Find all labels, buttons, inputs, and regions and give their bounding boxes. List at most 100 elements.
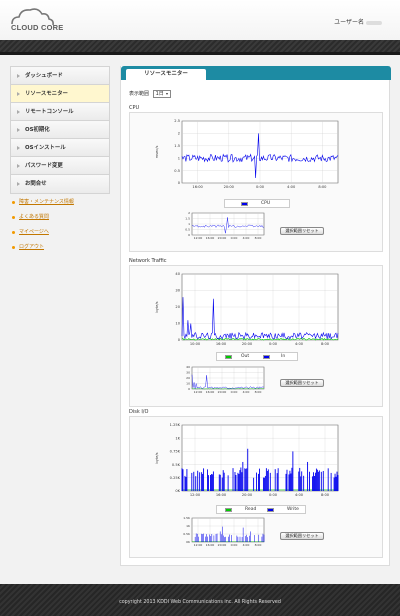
disk-chart[interactable]: 1.25K1K0.75K0.5K0.25K0K12:00 16:00 20:00 0:… xyxy=(130,417,384,559)
tab-resource-monitor[interactable]: リソースモニター xyxy=(126,69,206,80)
disk-section-title: Disk I/O xyxy=(129,409,149,415)
overview-y-tick-label: 1 xyxy=(188,222,190,226)
main-y-tick-label: 1.25K xyxy=(170,423,181,427)
sidebar-item-dashboard[interactable]: ダッシュボード xyxy=(11,67,109,85)
sidebar-item-label: ダッシュボード xyxy=(25,73,63,79)
overview-x-tick-label: 16:00 xyxy=(206,543,215,547)
link-label: ログアウト xyxy=(19,244,45,250)
sidebar-item-os-install[interactable]: OSインストール xyxy=(11,139,109,157)
username-label: ユーザー名 xyxy=(334,17,382,26)
overview-y-tick-label: 0 xyxy=(188,387,190,391)
header: CLOUD CORE ユーザー名 xyxy=(0,0,400,40)
main-y-tick-label: 0.5K xyxy=(172,463,181,467)
overview-x-tick-label: 0:00 xyxy=(231,390,238,394)
main-y-tick-label: 0K xyxy=(175,489,180,493)
link-label: マイページへ xyxy=(19,229,49,235)
y-axis-label: byte/s xyxy=(155,301,159,312)
sidebar-item-resource-monitor[interactable]: リソースモニター xyxy=(11,85,109,103)
reset-range-button[interactable]: 選択範囲リセット xyxy=(280,532,324,540)
overview-x-tick-label: 12:00 xyxy=(194,390,203,394)
cpu-chart[interactable]: 2.521.510.5016:00 20:00 0:00 4:00 8:00msec/s… xyxy=(130,113,384,253)
overview-y-tick-label: 0.5 xyxy=(185,228,190,232)
sidebar-item-remote-console[interactable]: リモートコンソール xyxy=(11,103,109,121)
chevron-right-icon xyxy=(17,128,20,132)
range-select-value: 1日 xyxy=(155,91,164,97)
link-maintenance-info[interactable]: 障害・メンテナンス情報 xyxy=(10,195,110,210)
main-x-tick-label: 0:00 xyxy=(256,185,265,189)
overview-x-tick-label: 20:00 xyxy=(218,543,227,547)
main-x-tick-label: 0:00 xyxy=(269,493,278,497)
chevron-down-icon xyxy=(165,92,168,95)
bullet-icon xyxy=(12,201,15,204)
logo-text[interactable]: CLOUD CORE xyxy=(11,23,63,32)
overview-y-tick-label: 1K xyxy=(186,524,191,528)
legend-label-read: Read xyxy=(245,507,257,512)
overview-x-tick-label: 20:00 xyxy=(218,236,227,240)
range-row: 表示範囲 1日 xyxy=(129,90,171,98)
bullet-icon xyxy=(12,216,15,219)
range-select[interactable]: 1日 xyxy=(152,90,171,98)
main-x-tick-label: 8:00 xyxy=(321,342,330,346)
chevron-right-icon xyxy=(17,146,20,150)
link-label: よくある質問 xyxy=(19,214,50,220)
main-y-tick-label: 0 xyxy=(178,338,181,342)
overview-x-tick-label: 20:00 xyxy=(218,390,227,394)
sidebar-item-os-reset[interactable]: OS初期化 xyxy=(11,121,109,139)
chevron-right-icon xyxy=(17,164,20,168)
main-y-tick-label: 10 xyxy=(175,322,180,326)
overview-x-tick-label: 4:00 xyxy=(243,390,250,394)
overview-x-tick-label: 0:00 xyxy=(231,236,238,240)
main-x-tick-label: 12:00 xyxy=(190,493,201,497)
main-x-tick-label: 16:00 xyxy=(192,185,203,189)
overview-x-tick-label: 4:00 xyxy=(243,236,250,240)
overview-x-tick-label: 12:00 xyxy=(194,236,203,240)
cpu-legend: CPU xyxy=(224,199,290,208)
main-y-tick-label: 0.5 xyxy=(174,169,180,173)
overview-y-tick-label: 20 xyxy=(186,376,190,380)
disk-chart-panel: 1.25K 1K 0.75K 0.5K 0.25K 0K 12:00 16:00 20:00 0:… xyxy=(129,416,383,558)
main-y-tick-label: 1K xyxy=(175,436,180,440)
legend-swatch-cpu xyxy=(241,202,248,206)
chevron-right-icon xyxy=(17,110,20,114)
overview-y-tick-label: 0 xyxy=(188,233,190,237)
main-x-tick-label: 20:00 xyxy=(224,185,235,189)
main-y-tick-label: 0 xyxy=(178,181,181,185)
username-value xyxy=(366,20,382,25)
header-stripe xyxy=(0,40,400,55)
bullet-icon xyxy=(12,231,15,234)
y-axis-label: byte/s xyxy=(155,452,159,463)
network-chart[interactable]: 40302010010:00 16:00 20:00 0:00 4:00 8:00byte… xyxy=(130,266,384,408)
legend-label-cpu: CPU xyxy=(261,201,271,206)
overview-y-tick-label: 40 xyxy=(186,365,190,369)
overview-y-tick-label: 1.5 xyxy=(185,217,190,221)
main-x-tick-label: 16:00 xyxy=(216,493,227,497)
overview-x-tick-label: 8:00 xyxy=(255,236,262,240)
link-label: 障害・メンテナンス情報 xyxy=(19,199,74,205)
sidebar-item-label: パスワード変更 xyxy=(25,163,63,169)
main-x-tick-label: 4:00 xyxy=(295,342,304,346)
link-faq[interactable]: よくある質問 xyxy=(10,210,110,225)
link-mypage[interactable]: マイページへ xyxy=(10,225,110,240)
reset-range-button[interactable]: 選択範囲リセット xyxy=(280,379,324,387)
sidebar-item-password[interactable]: パスワード変更 xyxy=(11,157,109,175)
link-logout[interactable]: ログアウト xyxy=(10,240,110,255)
chevron-right-icon xyxy=(17,182,20,186)
legend-label-write: Write xyxy=(287,507,299,512)
main-y-tick-label: 20 xyxy=(175,305,180,309)
main-x-tick-label: 10:00 xyxy=(190,342,201,346)
legend-swatch-write xyxy=(267,508,274,512)
main-y-tick-label: 1.5 xyxy=(174,144,180,148)
legend-swatch-read xyxy=(225,508,232,512)
sidebar-item-contact[interactable]: お問合せ xyxy=(11,175,109,193)
overview-x-tick-label: 16:00 xyxy=(206,236,215,240)
overview-x-tick-label: 16:00 xyxy=(206,390,215,394)
reset-range-button[interactable]: 選択範囲リセット xyxy=(280,227,324,235)
username-label-text: ユーザー名 xyxy=(334,19,364,26)
main-x-tick-label: 8:00 xyxy=(321,493,330,497)
main-x-tick-label: 4:00 xyxy=(295,493,304,497)
disk-legend: Read Write xyxy=(216,505,306,514)
tab-bar: リソースモニター xyxy=(121,66,391,80)
main-x-tick-label: 8:00 xyxy=(318,185,327,189)
sidebar-item-label: お問合せ xyxy=(25,181,47,187)
legend-label-in: In xyxy=(281,354,286,359)
